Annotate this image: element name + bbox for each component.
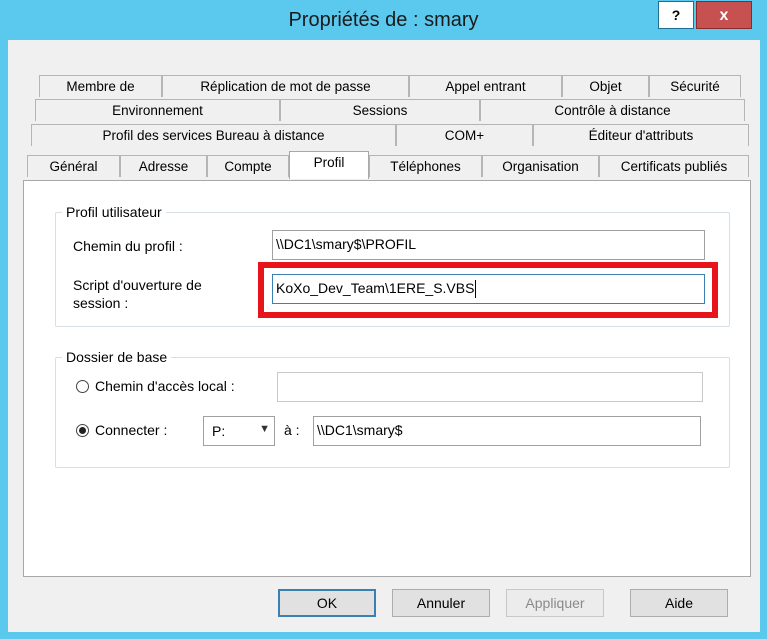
tab-environnement[interactable]: Environnement bbox=[35, 99, 280, 121]
tab-securite[interactable]: Sécurité bbox=[649, 75, 741, 97]
tab-controle-distance[interactable]: Contrôle à distance bbox=[480, 99, 745, 121]
title-bar[interactable]: Propriétés de : smary ? x bbox=[0, 0, 767, 40]
tab-compte[interactable]: Compte bbox=[207, 155, 289, 177]
profile-path-label: Chemin du profil : bbox=[73, 238, 183, 254]
logon-script-value: KoXo_Dev_Team\1ERE_S.VBS bbox=[276, 280, 475, 296]
tab-com-plus[interactable]: COM+ bbox=[396, 124, 533, 146]
tab-editeur-attributs[interactable]: Éditeur d'attributs bbox=[533, 124, 749, 146]
close-button[interactable]: x bbox=[696, 1, 752, 29]
help-button[interactable]: Aide bbox=[630, 589, 728, 617]
tab-membre-de[interactable]: Membre de bbox=[39, 75, 162, 97]
connect-path-input[interactable]: \\DC1\smary$ bbox=[313, 416, 701, 446]
apply-button[interactable]: Appliquer bbox=[506, 589, 604, 617]
help-title-button[interactable]: ? bbox=[658, 1, 694, 29]
home-folder-group-label: Dossier de base bbox=[62, 349, 172, 365]
logon-script-label-line1: Script d'ouverture de bbox=[73, 277, 202, 293]
drive-letter-value: P: bbox=[212, 423, 226, 439]
tab-objet[interactable]: Objet bbox=[562, 75, 649, 97]
connect-radio[interactable] bbox=[76, 424, 89, 437]
connect-label[interactable]: Connecter : bbox=[95, 422, 167, 439]
window-title: Propriétés de : smary bbox=[288, 9, 479, 31]
tab-profil-services-bureau[interactable]: Profil des services Bureau à distance bbox=[31, 124, 396, 146]
drive-letter-select[interactable]: P: ▼ bbox=[203, 416, 275, 446]
connect-to-label: à : bbox=[284, 422, 300, 438]
logon-script-label-line2: session : bbox=[73, 295, 129, 311]
tab-adresse[interactable]: Adresse bbox=[120, 155, 207, 177]
logon-script-input[interactable]: KoXo_Dev_Team\1ERE_S.VBS bbox=[272, 274, 705, 304]
text-caret bbox=[475, 280, 477, 299]
cancel-button[interactable]: Annuler bbox=[392, 589, 490, 617]
tab-profil[interactable]: Profil bbox=[289, 151, 369, 179]
chevron-down-icon: ▼ bbox=[259, 423, 270, 435]
tab-sessions[interactable]: Sessions bbox=[280, 99, 480, 121]
properties-window: Propriétés de : smary ? x Membre de Répl… bbox=[0, 0, 767, 639]
local-path-input[interactable] bbox=[277, 372, 703, 402]
tab-appel-entrant[interactable]: Appel entrant bbox=[409, 75, 562, 97]
tab-general[interactable]: Général bbox=[27, 155, 120, 177]
tab-telephones[interactable]: Téléphones bbox=[369, 155, 482, 177]
local-path-label[interactable]: Chemin d'accès local : bbox=[95, 378, 235, 395]
profile-path-input[interactable]: \\DC1\smary$\PROFIL bbox=[272, 230, 705, 260]
tab-certificats-publies[interactable]: Certificats publiés bbox=[599, 155, 749, 177]
tab-replication[interactable]: Réplication de mot de passe bbox=[162, 75, 409, 97]
profile-group-label: Profil utilisateur bbox=[62, 204, 166, 220]
ok-button[interactable]: OK bbox=[278, 589, 376, 617]
local-path-radio[interactable] bbox=[76, 380, 89, 393]
tab-organisation[interactable]: Organisation bbox=[482, 155, 599, 177]
